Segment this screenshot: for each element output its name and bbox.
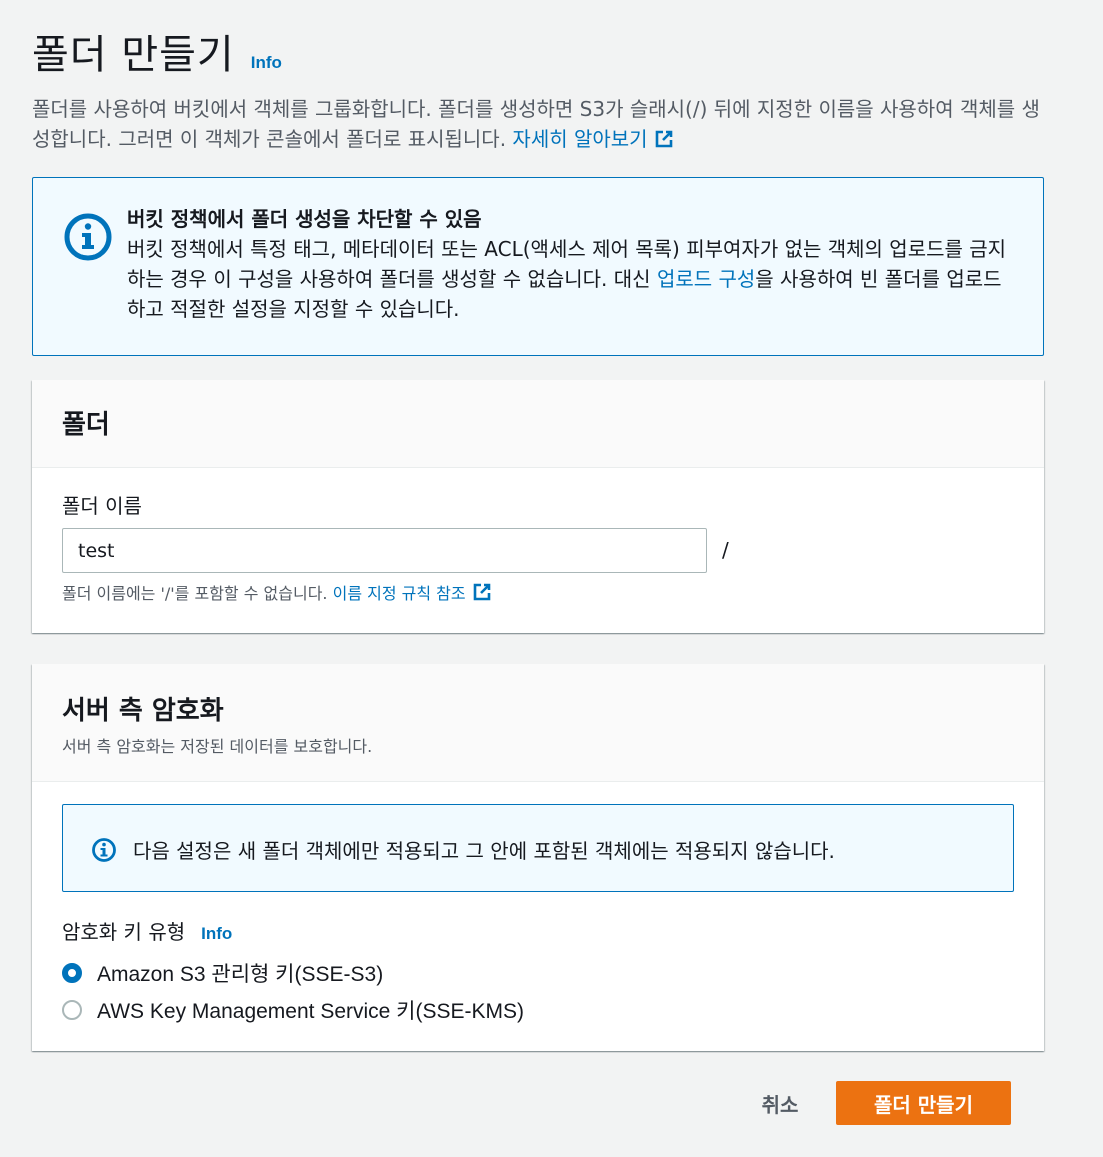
alert-body: 버킷 정책에서 폴더 생성을 차단할 수 있음 버킷 정책에서 특정 태그, 메… <box>127 204 1007 324</box>
encryption-panel-header: 서버 측 암호화 서버 측 암호화는 저장된 데이터를 보호합니다. <box>32 664 1044 782</box>
folder-name-suffix: / <box>722 538 729 562</box>
folder-name-input[interactable] <box>62 528 707 573</box>
learn-more-link[interactable]: 자세히 알아보기 <box>512 127 673 151</box>
encryption-panel-title: 서버 측 암호화 <box>62 696 224 726</box>
encryption-panel: 서버 측 암호화 서버 측 암호화는 저장된 데이터를 보호합니다. 다음 설정… <box>32 664 1044 1051</box>
folder-creation-alert: 버킷 정책에서 폴더 생성을 차단할 수 있음 버킷 정책에서 특정 태그, 메… <box>32 177 1044 356</box>
create-folder-button[interactable]: 폴더 만들기 <box>836 1081 1011 1125</box>
page-title: 폴더 만들기 <box>32 32 235 78</box>
radio-button-selected[interactable] <box>62 963 82 983</box>
radio-sse-s3[interactable]: Amazon S3 관리형 키(SSE-S3) <box>62 958 383 988</box>
naming-rules-link[interactable]: 이름 지정 규칙 참조 <box>332 583 492 603</box>
encryption-notice: 다음 설정은 새 폴더 객체에만 적용되고 그 안에 포함된 객체에는 적용되지… <box>62 804 1014 892</box>
folder-panel-header: 폴더 <box>32 380 1044 468</box>
naming-rules-label: 이름 지정 규칙 참조 <box>332 584 466 603</box>
page-description: 폴더를 사용하여 버킷에서 객체를 그룹화합니다. 폴더를 생성하면 S3가 슬… <box>32 94 1042 154</box>
radio-sse-kms-label: AWS Key Management Service 키(SSE-KMS) <box>97 1000 525 1023</box>
external-link-icon <box>473 583 490 601</box>
folder-name-hint: 폴더 이름에는 '/'를 포함할 수 없습니다. 이름 지정 규칙 참조 <box>62 580 492 604</box>
alert-text: 버킷 정책에서 특정 태그, 메타데이터 또는 ACL(액세스 제어 목록) 피… <box>127 234 1007 324</box>
key-type-label-row: 암호화 키 유형 Info <box>62 916 232 945</box>
key-type-info-link[interactable]: Info <box>201 924 232 944</box>
folder-panel-title: 폴더 <box>62 410 110 440</box>
title-row: 폴더 만들기 Info <box>32 22 282 80</box>
info-circle-icon <box>64 213 112 261</box>
cancel-button[interactable]: 취소 <box>740 1083 820 1123</box>
learn-more-label: 자세히 알아보기 <box>512 127 648 151</box>
hint-text: 폴더 이름에는 '/'를 포함할 수 없습니다. <box>62 584 333 603</box>
radio-sse-s3-label: Amazon S3 관리형 키(SSE-S3) <box>97 963 384 986</box>
title-info-link[interactable]: Info <box>251 53 282 73</box>
key-type-label: 암호화 키 유형 <box>62 920 186 944</box>
alert-title: 버킷 정책에서 폴더 생성을 차단할 수 있음 <box>127 207 482 231</box>
encryption-notice-text: 다음 설정은 새 폴더 객체에만 적용되고 그 안에 포함된 객체에는 적용되지… <box>133 839 835 863</box>
radio-button-unselected[interactable] <box>62 1000 82 1020</box>
info-circle-icon <box>92 838 116 862</box>
folder-name-label: 폴더 이름 <box>62 494 142 518</box>
radio-sse-kms[interactable]: AWS Key Management Service 키(SSE-KMS) <box>62 995 524 1025</box>
encryption-panel-subtitle: 서버 측 암호화는 저장된 데이터를 보호합니다. <box>62 737 373 756</box>
external-link-icon <box>655 130 672 148</box>
folder-panel: 폴더 폴더 이름 / 폴더 이름에는 '/'를 포함할 수 없습니다. 이름 지… <box>32 380 1044 633</box>
upload-config-link[interactable]: 업로드 구성 <box>657 267 755 291</box>
